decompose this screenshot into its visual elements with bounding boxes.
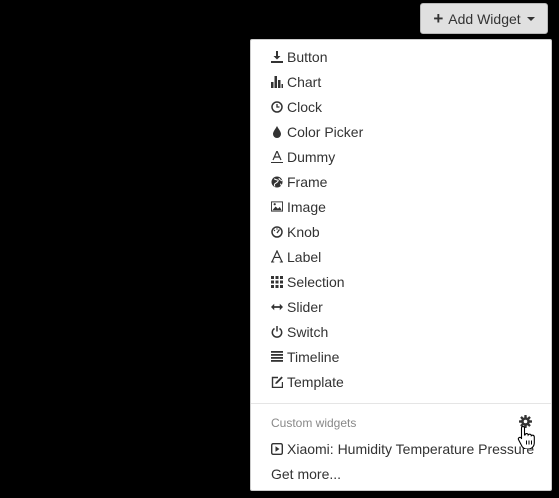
menu-item-label: Xiaomi: Humidity Temperature Pressure	[287, 440, 535, 457]
power-icon	[271, 325, 283, 339]
menu-item-dummy[interactable]: Dummy	[271, 144, 335, 169]
download-icon	[271, 50, 283, 64]
text-underline-icon	[271, 150, 283, 164]
menu-item-label: Timeline	[287, 348, 340, 365]
get-more-link[interactable]: Get more...	[271, 461, 341, 486]
add-widget-dropdown: Button Chart Clock Color Picker Dummy Fr…	[250, 39, 552, 491]
menu-item-chart[interactable]: Chart	[271, 69, 321, 94]
menu-item-knob[interactable]: Knob	[271, 219, 320, 244]
menu-item-label-widget[interactable]: Label	[271, 244, 321, 269]
menu-item-label: Slider	[287, 298, 323, 315]
custom-widget-item[interactable]: Xiaomi: Humidity Temperature Pressure	[271, 436, 534, 461]
play-square-icon	[271, 442, 283, 456]
font-icon	[271, 250, 283, 264]
menu-item-label: Clock	[287, 98, 323, 115]
menu-item-color-picker[interactable]: Color Picker	[271, 119, 363, 144]
menu-item-image[interactable]: Image	[271, 194, 326, 219]
menu-item-label: Dummy	[287, 148, 336, 165]
menu-divider	[251, 403, 551, 404]
menu-item-label: Knob	[287, 223, 320, 240]
clock-icon	[271, 100, 283, 114]
resize-horizontal-icon	[271, 300, 283, 314]
menu-item-clock[interactable]: Clock	[271, 94, 322, 119]
menu-item-label: Switch	[287, 323, 329, 340]
edit-icon	[271, 375, 283, 389]
droplet-icon	[271, 125, 283, 139]
menu-item-label: Chart	[287, 73, 322, 90]
menu-item-slider[interactable]: Slider	[271, 294, 323, 319]
grid-icon	[271, 275, 283, 289]
menu-item-template[interactable]: Template	[271, 369, 344, 394]
menu-item-selection[interactable]: Selection	[271, 269, 345, 294]
menu-item-button[interactable]: Button	[271, 44, 327, 69]
add-widget-button[interactable]: + Add Widget	[420, 3, 548, 34]
menu-item-label: Color Picker	[287, 123, 364, 140]
menu-item-label: Frame	[287, 173, 328, 190]
hand-pointer-cursor-icon	[517, 425, 535, 454]
caret-down-icon	[526, 16, 535, 21]
align-justify-icon	[271, 350, 283, 364]
menu-item-switch[interactable]: Switch	[271, 319, 328, 344]
picture-icon	[271, 200, 283, 214]
add-widget-label: Add Widget	[448, 10, 521, 27]
plus-icon: +	[433, 9, 444, 28]
menu-item-label: Image	[287, 198, 326, 215]
menu-item-label: Label	[287, 248, 322, 265]
menu-item-label: Template	[287, 373, 344, 390]
menu-item-timeline[interactable]: Timeline	[271, 344, 339, 369]
globe-icon	[271, 175, 283, 189]
custom-widgets-header: Custom widgets	[271, 416, 357, 430]
bar-chart-icon	[271, 75, 283, 89]
dashboard-icon	[271, 225, 283, 239]
menu-item-label: Selection	[287, 273, 345, 290]
menu-item-frame[interactable]: Frame	[271, 169, 327, 194]
menu-item-label: Button	[287, 48, 328, 65]
